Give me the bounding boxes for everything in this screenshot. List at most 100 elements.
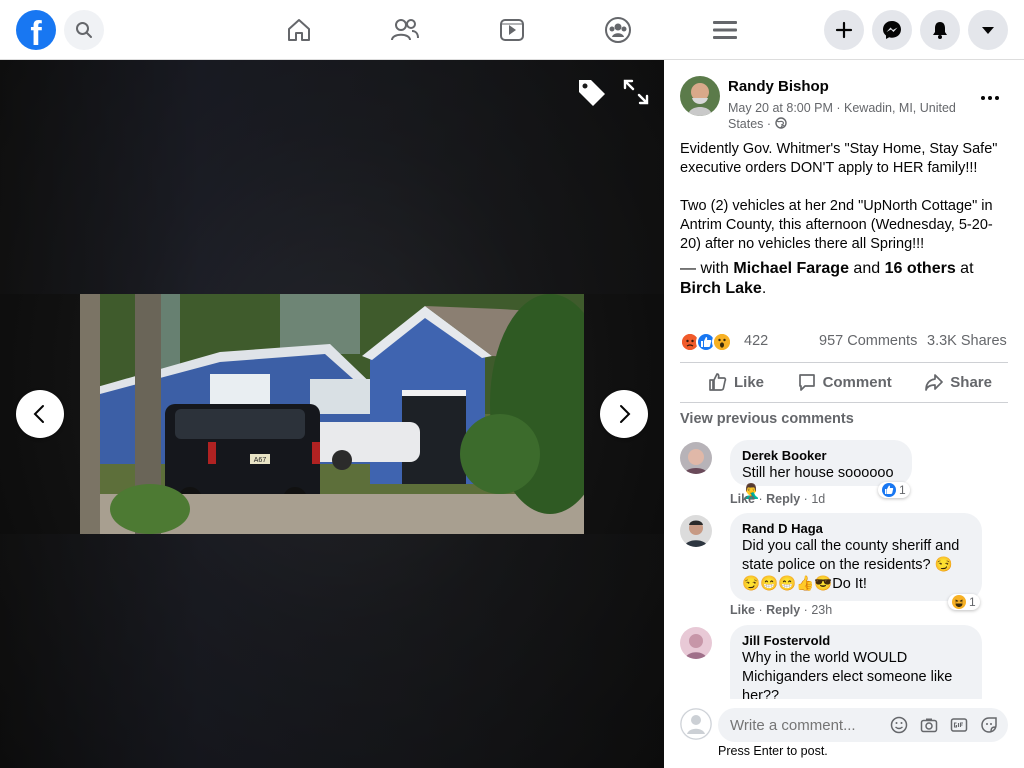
commenter-avatar-image: [680, 442, 712, 474]
notifications-icon: [933, 22, 947, 39]
comment-meta: Like · Reply · 1d: [730, 492, 826, 506]
comment-icon: [798, 374, 815, 391]
post-author-name[interactable]: Randy Bishop: [728, 78, 829, 95]
comment-item: Rand D Haga Did you call the county sher…: [680, 513, 1010, 623]
comment-bubble: Derek Booker Still her house soooooo🤦‍♂️: [730, 440, 912, 500]
composer-icons: [890, 716, 998, 734]
comment-bubble: Rand D Haga Did you call the county sher…: [730, 513, 982, 601]
with-and: and: [853, 260, 881, 277]
photo-image: A67: [80, 294, 584, 534]
commenter-name[interactable]: Rand D Haga: [742, 520, 970, 537]
commenter-avatar[interactable]: [680, 515, 712, 547]
nav-groups[interactable]: [603, 14, 633, 46]
comment-like-link[interactable]: Like: [730, 492, 755, 506]
nav-watch[interactable]: [497, 14, 527, 46]
messenger-button[interactable]: [872, 10, 912, 50]
post-photo[interactable]: A67: [80, 294, 584, 534]
post-timestamp-location[interactable]: May 20 at 8:00 PM · Kewadin, MI, United …: [728, 101, 956, 131]
comment-reply-link[interactable]: Reply: [766, 492, 800, 506]
emoji-icon[interactable]: [890, 716, 908, 734]
tagged-place-link[interactable]: Birch Lake: [680, 280, 762, 297]
tagged-person-link[interactable]: Michael Farage: [733, 260, 849, 277]
wow-reaction-icon: [712, 332, 732, 352]
like-reaction-icon: [882, 483, 896, 497]
divider: [680, 402, 1008, 403]
comment-composer: [718, 708, 1008, 742]
comment-reactions[interactable]: 1: [878, 482, 910, 498]
author-avatar-image: [680, 76, 720, 116]
comment-text: Why in the world WOULD Michiganders elec…: [742, 650, 953, 699]
expand-icon: [623, 79, 649, 105]
shares-count[interactable]: 3.3K Shares: [927, 333, 1007, 349]
facebook-logo[interactable]: f: [16, 10, 56, 50]
author-avatar[interactable]: [680, 76, 720, 116]
watch-icon: [500, 19, 524, 41]
share-button[interactable]: Share: [920, 372, 996, 392]
sticker-icon[interactable]: [980, 716, 998, 734]
globe-icon: [774, 117, 787, 129]
chevron-right-icon: [620, 405, 631, 423]
photo-viewer: A67: [0, 60, 664, 768]
reactions-summary[interactable]: [680, 332, 732, 352]
commenter-avatar[interactable]: [680, 627, 712, 659]
post-stats: 422 957 Comments 3.3K Shares: [680, 330, 1008, 354]
account-button[interactable]: [968, 10, 1008, 50]
comment-button[interactable]: Comment: [793, 372, 896, 392]
default-avatar-icon: [680, 708, 712, 740]
more-options-icon: [981, 96, 999, 100]
composer-hint: Press Enter to post.: [718, 744, 828, 758]
camera-icon[interactable]: [920, 716, 938, 734]
notifications-button[interactable]: [920, 10, 960, 50]
comment-time[interactable]: 1d: [811, 492, 825, 506]
comment-text: Did you call the county sheriff and stat…: [742, 538, 960, 592]
previous-photo-button[interactable]: [16, 390, 64, 438]
search-icon: [76, 22, 92, 38]
comment-reactions[interactable]: 1: [948, 594, 980, 610]
comments-count[interactable]: 957 Comments: [819, 333, 917, 349]
groups-icon: [605, 17, 631, 43]
create-button[interactable]: [824, 10, 864, 50]
like-button[interactable]: Like: [704, 372, 768, 392]
nav-home[interactable]: [284, 14, 314, 46]
gif-icon[interactable]: [950, 716, 968, 734]
comment-time[interactable]: 23h: [811, 603, 832, 617]
next-photo-button[interactable]: [600, 390, 648, 438]
comment-bubble: Jill Fostervold Why in the world WOULD M…: [730, 625, 982, 699]
post-options-button[interactable]: [980, 84, 1000, 107]
nav-menu[interactable]: [710, 14, 740, 46]
tag-photo-button[interactable]: [576, 76, 608, 113]
top-navigation-bar: f: [0, 0, 1024, 60]
nav-friends[interactable]: [390, 14, 420, 46]
post-meta: May 20 at 8:00 PM · Kewadin, MI, United …: [728, 100, 978, 132]
comment-label: Comment: [822, 373, 892, 391]
search-button[interactable]: [64, 10, 104, 50]
tag-icon: [579, 80, 605, 106]
commenter-avatar-image: [680, 627, 712, 659]
with-prefix: — with: [680, 260, 729, 277]
plus-icon: [835, 21, 853, 39]
post-details-panel: Randy Bishop May 20 at 8:00 PM · Kewadin…: [664, 60, 1024, 768]
commenter-name[interactable]: Derek Booker: [742, 447, 900, 464]
fullscreen-button[interactable]: [622, 78, 650, 111]
account-caret-icon: [982, 27, 994, 34]
commenter-avatar[interactable]: [680, 442, 712, 474]
comment-reaction-count: 1: [969, 595, 976, 609]
comment-reply-link[interactable]: Reply: [766, 603, 800, 617]
comment-meta: Like · Reply · 23h: [730, 603, 833, 617]
current-user-avatar[interactable]: [680, 708, 712, 740]
blurred-background-bottom: [0, 534, 664, 768]
tagged-others-link[interactable]: 16 others: [885, 260, 956, 277]
comment-like-link[interactable]: Like: [730, 603, 755, 617]
view-previous-comments-link[interactable]: View previous comments: [680, 411, 854, 427]
chevron-left-icon: [33, 405, 44, 423]
commenter-name[interactable]: Jill Fostervold: [742, 632, 970, 649]
with-end: .: [761, 280, 767, 297]
post-with-tags: — with Michael Farage and 16 others at B…: [680, 259, 1010, 299]
commenter-avatar-image: [680, 515, 712, 547]
divider: [680, 362, 1008, 363]
haha-reaction-icon: [952, 595, 966, 609]
reaction-count[interactable]: 422: [744, 333, 768, 349]
friends-icon: [391, 19, 419, 41]
license-plate: A67: [254, 457, 267, 464]
comment-input[interactable]: [730, 708, 880, 742]
